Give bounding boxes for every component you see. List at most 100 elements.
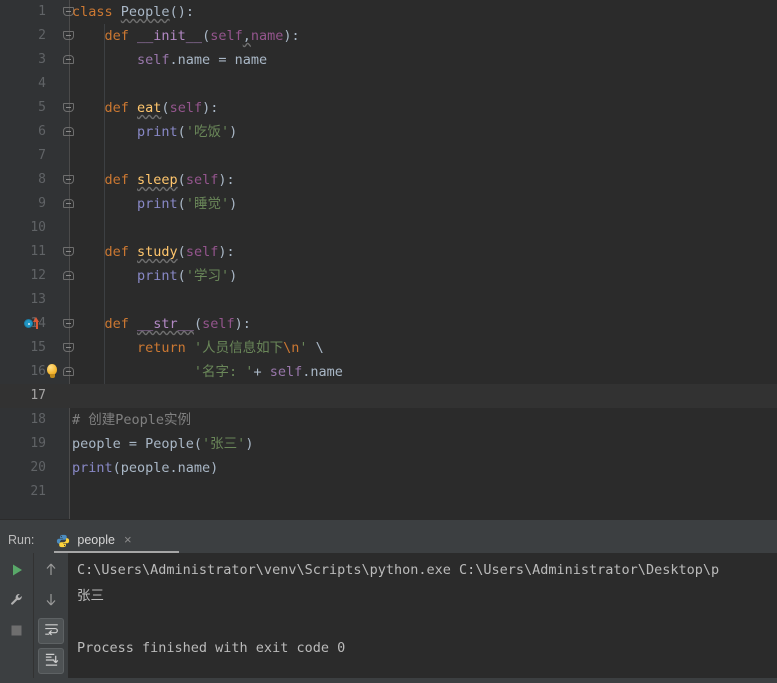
token: (people.name) bbox=[113, 460, 219, 476]
code-line[interactable]: 20print(people.name) bbox=[0, 456, 777, 480]
arrow-up-icon bbox=[44, 562, 58, 581]
code-editor[interactable]: 1class People():2 def __init__(self,name… bbox=[0, 0, 777, 519]
play-icon bbox=[10, 562, 24, 581]
code-line[interactable]: 7 bbox=[0, 144, 777, 168]
code-line[interactable]: 21 bbox=[0, 480, 777, 504]
token: ): bbox=[202, 100, 218, 116]
python-icon bbox=[56, 533, 70, 547]
token: self bbox=[137, 52, 170, 68]
code-text: def study(self): bbox=[72, 240, 235, 264]
line-number: 13 bbox=[0, 288, 46, 312]
token bbox=[72, 124, 137, 140]
code-line[interactable]: 5 def eat(self): bbox=[0, 96, 777, 120]
token: ): bbox=[218, 244, 234, 260]
code-line[interactable]: 15 return '人员信息如下\n' \ bbox=[0, 336, 777, 360]
code-line[interactable]: 11 def study(self): bbox=[0, 240, 777, 264]
lightbulb-icon[interactable] bbox=[45, 364, 59, 380]
code-text: return '人员信息如下\n' \ bbox=[72, 336, 324, 360]
editor-console-divider[interactable] bbox=[0, 519, 777, 526]
wrench-icon bbox=[10, 592, 24, 611]
code-line[interactable]: 9 print('睡觉') bbox=[0, 192, 777, 216]
line-number: 5 bbox=[0, 96, 46, 120]
line-number: 16 bbox=[0, 360, 46, 384]
token bbox=[72, 340, 137, 356]
line-number: 9 bbox=[0, 192, 46, 216]
run-panel-body: C:\Users\Administrator\venv\Scripts\pyth… bbox=[0, 553, 777, 678]
rerun-button[interactable] bbox=[4, 558, 30, 584]
token: (): bbox=[170, 4, 194, 20]
console-line bbox=[68, 609, 777, 635]
token: self bbox=[186, 172, 219, 188]
code-text: '名字: '+ self.name bbox=[72, 360, 343, 384]
code-line[interactable]: 8 def sleep(self): bbox=[0, 168, 777, 192]
code-line[interactable]: 10 bbox=[0, 216, 777, 240]
token: '学习' bbox=[186, 268, 229, 284]
settings-button[interactable] bbox=[4, 588, 30, 614]
code-text: self.name = name bbox=[72, 48, 267, 72]
token: def bbox=[72, 28, 137, 44]
token: ): bbox=[283, 28, 299, 44]
indent-guide bbox=[104, 288, 105, 312]
code-line[interactable]: 12 print('学习') bbox=[0, 264, 777, 288]
run-config-tab-people[interactable]: people × bbox=[52, 526, 137, 553]
line-number: 18 bbox=[0, 408, 46, 432]
up-the-stack-button[interactable] bbox=[38, 558, 64, 584]
code-line[interactable]: 17 bbox=[0, 384, 777, 408]
code-line[interactable]: 2 def __init__(self,name): bbox=[0, 24, 777, 48]
close-icon[interactable]: × bbox=[124, 532, 132, 547]
code-line[interactable]: 18# 创建People实例 bbox=[0, 408, 777, 432]
stop-icon bbox=[10, 622, 23, 641]
code-line[interactable]: 14 def __str__(self): bbox=[0, 312, 777, 336]
code-text: def __str__(self): bbox=[72, 312, 251, 336]
status-bar bbox=[0, 678, 777, 683]
token: self bbox=[210, 28, 243, 44]
code-line[interactable]: 19people = People('张三') bbox=[0, 432, 777, 456]
code-line[interactable]: 4 bbox=[0, 72, 777, 96]
console-actions-toolbar bbox=[33, 553, 68, 678]
pycharm-ide-window: 1class People():2 def __init__(self,name… bbox=[0, 0, 777, 683]
token: ) bbox=[245, 436, 253, 452]
console-output[interactable]: C:\Users\Administrator\venv\Scripts\pyth… bbox=[68, 553, 777, 678]
indent-guide bbox=[104, 144, 105, 168]
token bbox=[72, 52, 137, 68]
indent-guide bbox=[104, 72, 105, 96]
code-text: class People(): bbox=[72, 0, 194, 24]
token: self bbox=[170, 100, 203, 116]
token: .name bbox=[302, 364, 343, 380]
token: study bbox=[137, 244, 178, 260]
token: self bbox=[202, 316, 235, 332]
code-line[interactable]: 6 print('吃饭') bbox=[0, 120, 777, 144]
token: sleep bbox=[137, 172, 178, 188]
stop-button[interactable] bbox=[4, 618, 30, 644]
token: , bbox=[243, 28, 251, 44]
line-number: 7 bbox=[0, 144, 46, 168]
token: + bbox=[253, 364, 269, 380]
token: ( bbox=[202, 28, 210, 44]
line-number: 10 bbox=[0, 216, 46, 240]
token: ) bbox=[229, 124, 237, 140]
scroll-to-end-button[interactable] bbox=[38, 648, 64, 674]
down-the-stack-button[interactable] bbox=[38, 588, 64, 614]
code-line[interactable]: 16 '名字: '+ self.name bbox=[0, 360, 777, 384]
code-line[interactable]: 13 bbox=[0, 288, 777, 312]
token: people = People( bbox=[72, 436, 202, 452]
token: ( bbox=[178, 124, 186, 140]
line-number: 20 bbox=[0, 456, 46, 480]
token: '张三' bbox=[202, 436, 245, 452]
token: ( bbox=[178, 244, 186, 260]
code-text: def eat(self): bbox=[72, 96, 218, 120]
code-text: def sleep(self): bbox=[72, 168, 235, 192]
run-window-label: Run: bbox=[8, 533, 34, 547]
token: ' bbox=[299, 340, 315, 356]
token: ( bbox=[178, 172, 186, 188]
line-number: 11 bbox=[0, 240, 46, 264]
override-method-icon[interactable] bbox=[24, 316, 40, 331]
token bbox=[72, 196, 137, 212]
soft-wrap-button[interactable] bbox=[38, 618, 64, 644]
token: ): bbox=[218, 172, 234, 188]
token: __init__ bbox=[137, 28, 202, 44]
token: print bbox=[137, 268, 178, 284]
code-line[interactable]: 3 self.name = name bbox=[0, 48, 777, 72]
line-number: 21 bbox=[0, 480, 46, 504]
code-line[interactable]: 1class People(): bbox=[0, 0, 777, 24]
